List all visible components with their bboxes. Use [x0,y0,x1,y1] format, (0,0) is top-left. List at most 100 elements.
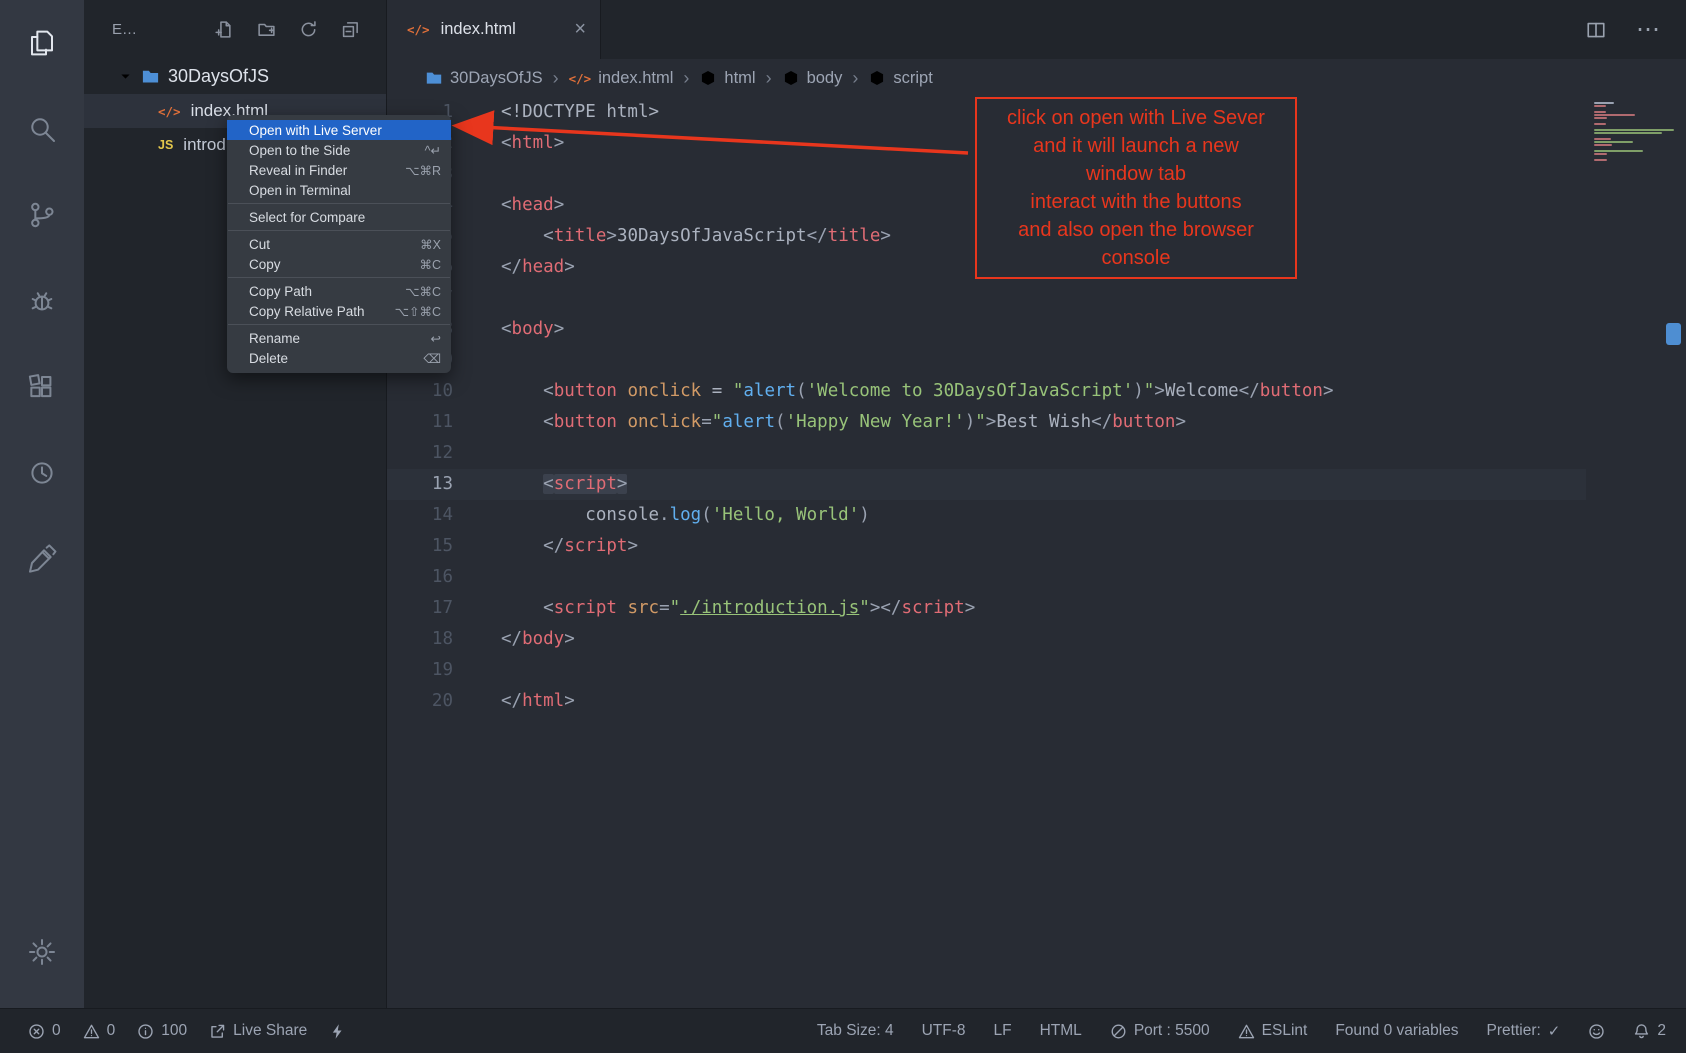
root-folder-label: 30DaysOfJS [168,66,269,87]
menu-item-open-with-live-server[interactable]: Open with Live Server [227,120,451,140]
code-line-16[interactable]: 16 [387,562,1686,593]
code-line-3[interactable]: 3 [387,159,1686,190]
status-0[interactable]: 0 [28,1022,61,1040]
menu-item-open-in-terminal[interactable]: Open in Terminal [227,180,451,200]
smiley-icon [1588,1023,1605,1040]
menu-item-delete[interactable]: Delete⌫ [227,348,451,368]
code-line-9[interactable]: 9 [387,345,1686,376]
live-share-pen-icon[interactable] [26,543,58,575]
html-file-icon: </> [569,71,592,86]
code-editor[interactable]: 1<!DOCTYPE html>2<html>34<head>5 <title>… [387,97,1686,1008]
line-number: 13 [387,469,453,500]
minimap[interactable] [1586,97,1686,1008]
code-line-7[interactable]: 7 [387,283,1686,314]
status-bolt[interactable] [329,1023,346,1040]
menu-separator [228,230,450,231]
folder-icon [425,69,443,87]
status-found-0-variables[interactable]: Found 0 variables [1335,1022,1458,1040]
menu-item-select-for-compare[interactable]: Select for Compare [227,207,451,227]
line-number: 19 [387,655,453,686]
overview-ruler-mark [1666,323,1681,345]
explorer-icon[interactable] [26,27,58,59]
warning-icon [83,1023,100,1040]
code-line-6[interactable]: 6</head> [387,252,1686,283]
status-lf[interactable]: LF [994,1022,1012,1040]
new-folder-icon[interactable] [257,20,276,39]
more-actions-icon[interactable]: ⋯ [1636,15,1660,44]
html-file-icon: </> [158,104,181,119]
line-number: 20 [387,686,453,717]
activity-bar-bottom [26,936,58,998]
status-eslint[interactable]: ESLint [1238,1022,1308,1040]
menu-item-copy[interactable]: Copy⌘C [227,254,451,274]
status-tab-size-4[interactable]: Tab Size: 4 [817,1022,894,1040]
status-100[interactable]: 100 [137,1022,187,1040]
error-icon [28,1023,45,1040]
menu-separator [228,277,450,278]
code-line-5[interactable]: 5 <title>30DaysOfJavaScript</title> [387,221,1686,252]
code-line-4[interactable]: 4<head> [387,190,1686,221]
breadcrumb-index-html[interactable]: </>index.html [569,69,674,88]
code-line-15[interactable]: 15 </script> [387,531,1686,562]
settings-gear-icon[interactable] [26,936,58,968]
refresh-icon[interactable] [299,20,318,39]
breadcrumb-script[interactable]: script [868,69,932,88]
symbol-cube-icon [782,69,800,87]
code-line-20[interactable]: 20</html> [387,686,1686,717]
search-icon[interactable] [26,113,58,145]
menu-item-rename[interactable]: Rename↩ [227,328,451,348]
menu-item-reveal-in-finder[interactable]: Reveal in Finder⌥⌘R [227,160,451,180]
line-number: 12 [387,438,453,469]
status-live-share[interactable]: Live Share [209,1022,307,1040]
code-line-13[interactable]: 13 <script> [387,469,1686,500]
breadcrumb-separator-icon: › [553,68,559,89]
activity-bar [0,0,84,1008]
warning-icon [1238,1023,1255,1040]
code-line-18[interactable]: 18</body> [387,624,1686,655]
status-2[interactable]: 2 [1633,1022,1666,1040]
folder-icon [141,67,160,86]
close-tab-icon[interactable]: × [574,18,586,41]
status-port-5500[interactable]: Port : 5500 [1110,1022,1210,1040]
code-line-19[interactable]: 19 [387,655,1686,686]
new-file-icon[interactable] [215,20,234,39]
symbol-cube-icon [699,69,717,87]
breadcrumb-separator-icon: › [683,68,689,89]
code-line-2[interactable]: 2<html> [387,128,1686,159]
status-bar-right: Tab Size: 4 UTF-8 LF HTML Port : 5500 ESLint F… [817,1022,1666,1040]
menu-separator [228,324,450,325]
debug-icon[interactable] [26,285,58,317]
code-line-8[interactable]: 8<body> [387,314,1686,345]
split-editor-icon[interactable] [1586,20,1606,40]
source-control-icon[interactable] [26,199,58,231]
menu-item-cut[interactable]: Cut⌘X [227,234,451,254]
status-utf-8[interactable]: UTF-8 [922,1022,966,1040]
collapse-all-icon[interactable] [341,20,360,39]
menu-item-copy-path[interactable]: Copy Path⌥⌘C [227,281,451,301]
menu-item-copy-relative-path[interactable]: Copy Relative Path⌥⇧⌘C [227,301,451,321]
line-number: 16 [387,562,453,593]
code-line-14[interactable]: 14 console.log('Hello, World') [387,500,1686,531]
code-line-11[interactable]: 11 <button onclick="alert('Happy New Yea… [387,407,1686,438]
chevron-down-icon [118,69,133,84]
breadcrumb-html[interactable]: html [699,69,755,88]
extensions-icon[interactable] [26,371,58,403]
status-html[interactable]: HTML [1040,1022,1082,1040]
menu-item-open-to-the-side[interactable]: Open to the Side^↵ [227,140,451,160]
code-line-17[interactable]: 17 <script src="./introduction.js"></scr… [387,593,1686,624]
status-smiley[interactable] [1588,1023,1605,1040]
breadcrumb-30daysofjs[interactable]: 30DaysOfJS [425,69,543,88]
breadcrumb-body[interactable]: body [782,69,843,88]
status-prettier[interactable]: Prettier:✓ [1487,1022,1561,1040]
status-0[interactable]: 0 [83,1022,116,1040]
code-lines: 1<!DOCTYPE html>2<html>34<head>5 <title>… [387,97,1686,717]
code-line-10[interactable]: 10 <button onclick = "alert('Welcome to … [387,376,1686,407]
root-folder-row[interactable]: 30DaysOfJS [84,58,386,94]
breadcrumb-separator-icon: › [766,68,772,89]
history-icon[interactable] [26,457,58,489]
line-number: 14 [387,500,453,531]
tab-index-html[interactable]: </> index.html × [387,0,601,59]
line-number: 17 [387,593,453,624]
code-line-1[interactable]: 1<!DOCTYPE html> [387,97,1686,128]
code-line-12[interactable]: 12 [387,438,1686,469]
